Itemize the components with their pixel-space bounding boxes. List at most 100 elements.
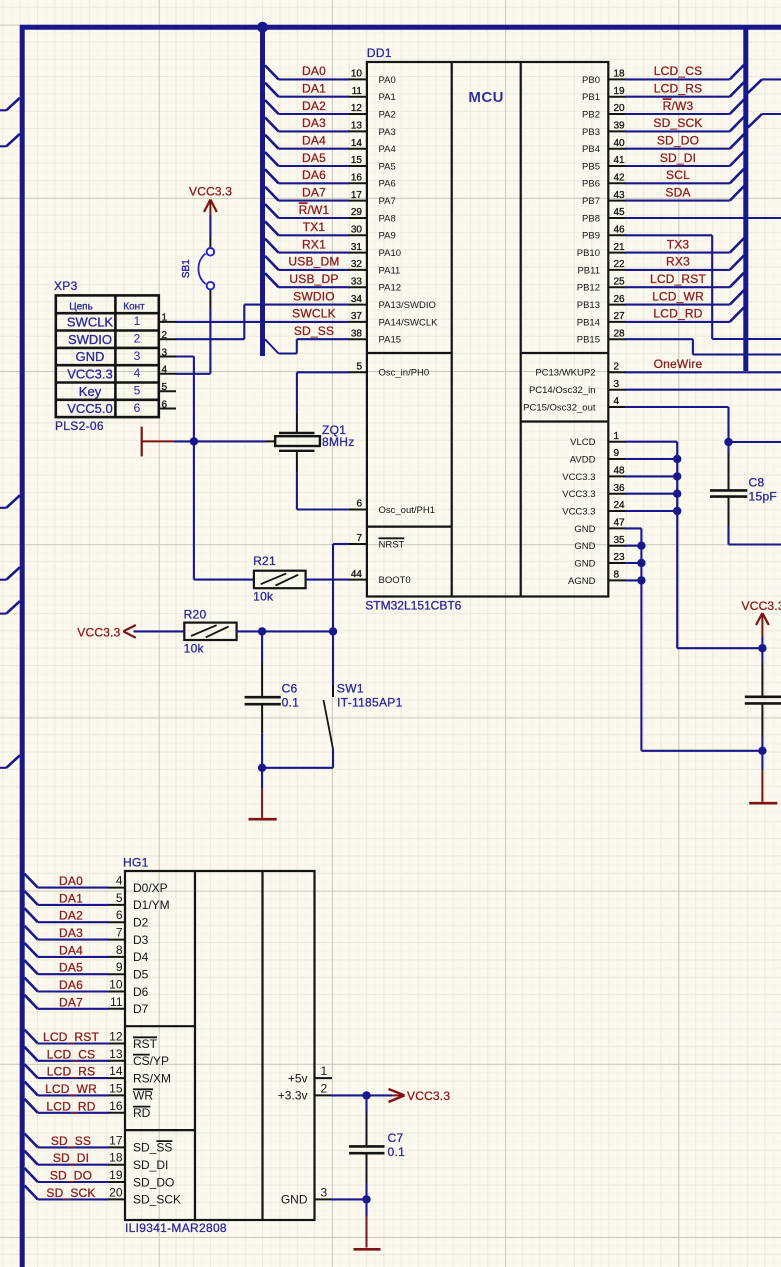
svg-text:29: 29 (351, 207, 363, 218)
svg-text:17: 17 (109, 1133, 123, 1147)
svg-text:VLCD: VLCD (570, 437, 595, 448)
svg-text:DD1: DD1 (367, 46, 392, 60)
svg-text:GND: GND (574, 558, 595, 569)
svg-text:PA7: PA7 (379, 196, 396, 207)
svg-text:1: 1 (162, 313, 168, 324)
svg-text:OneWire: OneWire (654, 357, 703, 371)
svg-text:8MHz: 8MHz (322, 435, 355, 449)
svg-text:VCC3.3: VCC3.3 (67, 366, 113, 381)
svg-text:PA5: PA5 (379, 161, 396, 172)
svg-text:0.1: 0.1 (388, 1145, 406, 1159)
svg-text:PA12: PA12 (379, 283, 402, 294)
svg-text:VCC3.3: VCC3.3 (562, 472, 595, 483)
svg-text:SD_DO: SD_DO (133, 1175, 174, 1189)
svg-text:0.1: 0.1 (282, 696, 300, 710)
svg-text:13: 13 (351, 121, 363, 132)
svg-text:39: 39 (614, 121, 626, 132)
svg-text:PA2: PA2 (379, 109, 396, 120)
svg-text:15: 15 (351, 155, 363, 166)
svg-text:31: 31 (351, 242, 363, 253)
svg-text:LCD_RST: LCD_RST (43, 1030, 100, 1044)
svg-text:PA11: PA11 (379, 265, 401, 276)
svg-text:VCC3.3: VCC3.3 (407, 1089, 450, 1103)
svg-text:RST: RST (133, 1037, 158, 1051)
svg-text:20: 20 (614, 103, 626, 114)
svg-text:45: 45 (614, 207, 626, 218)
svg-text:8: 8 (614, 570, 620, 581)
svg-text:4: 4 (116, 874, 123, 888)
svg-text:SWDIO: SWDIO (68, 332, 112, 347)
svg-text:RD: RD (133, 1106, 151, 1120)
svg-text:23: 23 (614, 552, 626, 563)
svg-text:17: 17 (351, 190, 363, 201)
svg-text:37: 37 (351, 311, 363, 322)
svg-text:14: 14 (351, 138, 363, 149)
svg-text:SD_SS: SD_SS (133, 1141, 172, 1155)
svg-text:SD_DO: SD_DO (50, 1169, 92, 1183)
svg-text:PA13/SWDIO: PA13/SWDIO (379, 300, 436, 311)
svg-text:DA0: DA0 (302, 64, 326, 78)
svg-text:SCL: SCL (666, 168, 690, 182)
svg-text:20: 20 (109, 1185, 123, 1199)
svg-text:11: 11 (110, 995, 123, 1009)
svg-text:7: 7 (116, 926, 123, 940)
svg-text:22: 22 (614, 259, 626, 270)
svg-text:DA5: DA5 (302, 151, 326, 165)
svg-text:DA6: DA6 (302, 168, 326, 182)
svg-text:18: 18 (614, 69, 626, 80)
svg-text:PA3: PA3 (379, 127, 396, 138)
svg-text:1: 1 (321, 1064, 328, 1078)
svg-text:DA3: DA3 (59, 926, 83, 940)
svg-text:6: 6 (356, 499, 362, 510)
svg-text:R/W3: R/W3 (663, 99, 694, 113)
svg-text:C8: C8 (749, 476, 765, 490)
svg-text:PA6: PA6 (379, 179, 396, 190)
svg-text:LCD_CS: LCD_CS (47, 1047, 96, 1061)
svg-text:25: 25 (614, 276, 626, 287)
svg-text:DA5: DA5 (59, 961, 83, 975)
svg-text:42: 42 (614, 173, 626, 184)
svg-text:18: 18 (109, 1151, 123, 1165)
svg-text:GND: GND (574, 541, 595, 552)
svg-text:PB15: PB15 (577, 335, 600, 346)
svg-text:LCD_RST: LCD_RST (650, 272, 707, 286)
svg-text:PB13: PB13 (577, 300, 600, 311)
svg-text:RX3: RX3 (666, 255, 690, 269)
svg-text:35: 35 (614, 535, 626, 546)
svg-text:5: 5 (162, 382, 168, 393)
svg-text:LCD_RD: LCD_RD (653, 307, 702, 321)
svg-text:PLS2-06: PLS2-06 (55, 419, 104, 433)
svg-text:LCD_WR: LCD_WR (652, 289, 704, 303)
svg-text:SD_SCK: SD_SCK (46, 1186, 95, 1200)
svg-text:46: 46 (614, 225, 626, 236)
svg-text:36: 36 (614, 483, 626, 494)
svg-text:SWCLK: SWCLK (67, 315, 114, 330)
svg-text:RX1: RX1 (302, 237, 326, 251)
svg-text:USB_DP: USB_DP (289, 272, 338, 286)
svg-text:4: 4 (134, 366, 141, 380)
svg-text:GND: GND (574, 524, 595, 535)
svg-text:LCD_RS: LCD_RS (47, 1065, 96, 1079)
svg-text:TX1: TX1 (303, 220, 326, 234)
svg-text:41: 41 (614, 155, 626, 166)
svg-text:+3.3v: +3.3v (278, 1089, 308, 1103)
svg-text:11: 11 (352, 86, 363, 97)
svg-text:PB11: PB11 (577, 265, 600, 276)
svg-text:SDA: SDA (665, 185, 690, 199)
svg-text:Osc_in/PH0: Osc_in/PH0 (379, 368, 430, 379)
svg-text:WR: WR (133, 1089, 153, 1103)
svg-text:D3: D3 (133, 933, 149, 947)
svg-text:CS/YP: CS/YP (133, 1054, 169, 1068)
svg-text:3: 3 (614, 379, 620, 390)
svg-text:PB4: PB4 (582, 144, 600, 155)
svg-text:XP3: XP3 (54, 279, 78, 293)
svg-text:14: 14 (109, 1064, 123, 1078)
svg-text:DA6: DA6 (59, 978, 83, 992)
svg-text:12: 12 (109, 1030, 123, 1044)
svg-text:DA4: DA4 (59, 943, 83, 957)
svg-text:TX3: TX3 (667, 237, 690, 251)
svg-text:PA15: PA15 (379, 335, 402, 346)
svg-text:PB10: PB10 (577, 248, 600, 259)
svg-text:SWCLK: SWCLK (292, 307, 336, 321)
svg-text:43: 43 (614, 190, 626, 201)
